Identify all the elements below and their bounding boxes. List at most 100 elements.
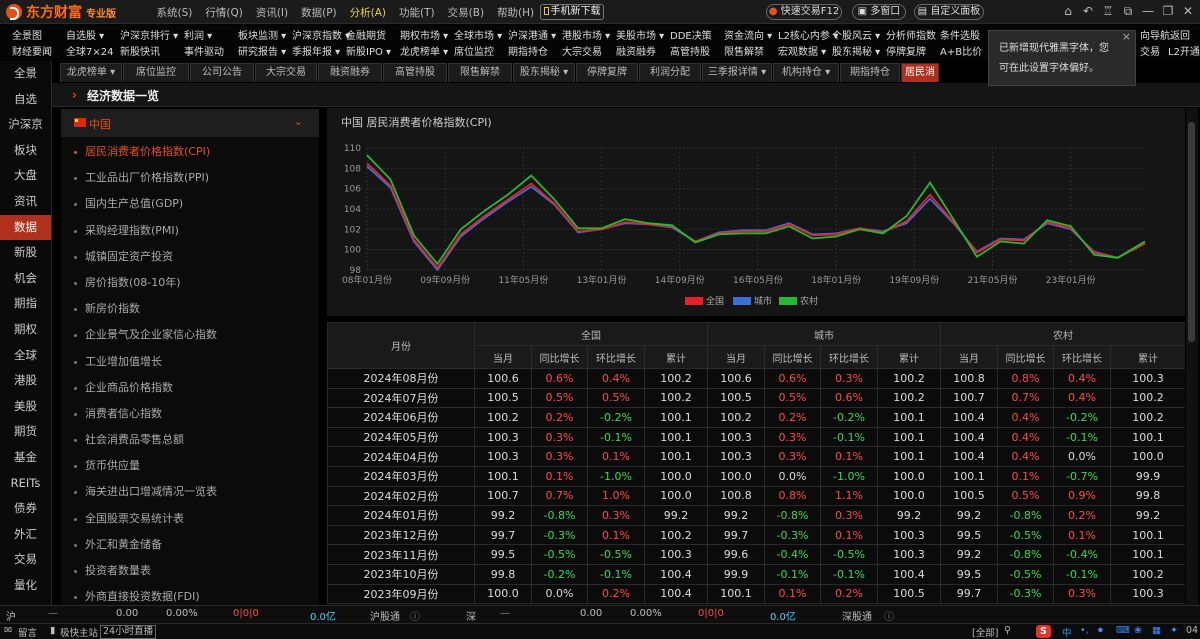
nav-item-r1-19[interactable]: 返回 [1170, 27, 1190, 42]
sidebar-item-0[interactable]: 全景 [0, 61, 51, 87]
table-row[interactable]: 2024年07月份 100.5 0.5% 0.5% 100.2 100.5 0.5% 0.6%… [327, 387, 1185, 409]
nav-item-r1-1[interactable]: 自选股 ▾ [66, 27, 104, 42]
nav-item-r1-14[interactable]: L2核心内参 ▾ [778, 27, 838, 42]
nav-item-r2-8[interactable]: 席位监控 [454, 43, 494, 58]
nav-item-r1-5[interactable]: 沪深京指数 ▾ [292, 27, 350, 42]
keyboard-icon[interactable]: ⌨ [1116, 625, 1130, 636]
nav-item-r2-11[interactable]: 融资融券 [616, 43, 656, 58]
tab-9[interactable]: 利润分配 [639, 63, 701, 82]
tab-7[interactable]: 股东揭秘 ▾ [513, 63, 575, 82]
nav-item-r1-10[interactable]: 港股市场 ▾ [562, 27, 610, 42]
menu-item-6[interactable]: 交易(B) [448, 5, 484, 20]
quick-trade-button[interactable]: ● 快速交易F12 [766, 4, 842, 20]
table-row[interactable]: 2024年06月份 100.2 0.2% -0.2% 100.1 100.2 0.2% -0.… [327, 407, 1185, 428]
sidebar-item-4[interactable]: 大盘 [0, 163, 51, 189]
indicator-item[interactable]: 采购经理指数(PMI) [61, 218, 319, 244]
table-row[interactable]: 2024年01月份 99.2 -0.8% 0.3% 99.2 99.2 -0.8% 0.3% 9… [327, 505, 1185, 526]
skin-icon[interactable]: ♖ [1100, 4, 1116, 18]
search-icon[interactable]: ⚲ [1004, 625, 1011, 636]
tab-3[interactable]: 大宗交易 [255, 63, 317, 82]
indicator-item[interactable]: 国内生产总值(GDP) [61, 191, 319, 217]
tab-13[interactable]: 居民消 [901, 63, 939, 82]
indicator-item[interactable]: 工业品出厂价格指数(PPI) [61, 165, 319, 191]
menu-item-7[interactable]: 帮助(H) [497, 5, 534, 20]
sidebar-item-1[interactable]: 自选 [0, 87, 51, 113]
help-icon[interactable]: ⓘ [410, 608, 420, 623]
maximize-icon[interactable]: ❐ [1160, 4, 1176, 18]
nav-item-r1-15[interactable]: 个股风云 ▾ [832, 27, 880, 42]
mic-icon[interactable]: ⏺ [1098, 625, 1103, 636]
hgt-label[interactable]: 沪股通 [370, 608, 400, 623]
nav-item-r2-14[interactable]: 宏观数据 ▾ [778, 43, 826, 58]
custom-panel-button[interactable]: ▤ 自定义面板 [914, 4, 984, 20]
sidebar-item-7[interactable]: 新股 [0, 240, 51, 266]
sgt-label[interactable]: 深股通 [842, 608, 872, 623]
nav-item-r2-13[interactable]: 限售解禁 [724, 43, 764, 58]
indicator-item[interactable]: 居民消费者价格指数(CPI) [61, 139, 319, 165]
nav-item-r2-16[interactable]: 停牌复牌 [886, 43, 926, 58]
menu-item-4[interactable]: 分析(A) [350, 5, 386, 20]
indicator-item[interactable]: 企业商品价格指数 [61, 375, 319, 401]
table-row[interactable]: 2024年04月份 100.3 0.3% 0.1% 100.1 100.3 0.3% 0.1%… [327, 446, 1185, 467]
sidebar-item-2[interactable]: 沪深京 [0, 112, 51, 138]
nav-item-r1-6[interactable]: 金融期货 [346, 27, 386, 42]
filter-all[interactable]: [全部] [972, 625, 998, 639]
table-row[interactable]: 2023年12月份 99.7 -0.3% 0.1% 100.2 99.7 -0.3% 0.1%… [327, 524, 1185, 546]
menu-item-3[interactable]: 数据(P) [301, 5, 337, 20]
sidebar-item-14[interactable]: 期货 [0, 419, 51, 445]
tooltip-close-icon[interactable]: × [1122, 31, 1131, 43]
message-link[interactable]: 留言 [18, 625, 37, 639]
tab-10[interactable]: 三季报详情 ▾ [702, 63, 772, 82]
tab-4[interactable]: 融资融券 [318, 63, 382, 82]
grid-icon[interactable]: ▦ [1152, 625, 1161, 636]
menu-item-2[interactable]: 资讯(I) [256, 5, 288, 20]
category-china[interactable]: 中国 ⌄ [61, 109, 319, 137]
live-button[interactable]: 24小时直播 [100, 625, 157, 639]
nav-item-r2-6[interactable]: 新股IPO ▾ [346, 43, 391, 58]
multi-window-button[interactable]: ▣ 多窗口 [852, 4, 906, 20]
tab-6[interactable]: 限售解禁 [448, 63, 512, 82]
toolbox-icon[interactable]: ✦ [1170, 625, 1178, 636]
indicator-item[interactable]: 投资者数量表 [61, 558, 319, 584]
tab-2[interactable]: 公司公告 [190, 63, 254, 82]
sidebar-item-10[interactable]: 期权 [0, 317, 51, 343]
sidebar-item-5[interactable]: 资讯 [0, 189, 51, 215]
nav-item-r1-3[interactable]: 利润 ▾ [184, 27, 212, 42]
indicator-item[interactable]: 外汇和黄金储备 [61, 532, 319, 558]
indicator-item[interactable]: 城镇固定资产投资 [61, 244, 319, 270]
nav-item-r1-12[interactable]: DDE决策 [670, 27, 712, 42]
nav-item-r2-3[interactable]: 事件驱动 [184, 43, 224, 58]
sogou-icon[interactable]: S [1036, 625, 1051, 638]
tab-12[interactable]: 期指持仓 [840, 63, 900, 82]
sidebar-item-6[interactable]: 数据 [0, 214, 51, 241]
nav-item-r1-13[interactable]: 资金流向 ▾ [724, 27, 772, 42]
nav-item-r1-16[interactable]: 分析师指数 [886, 27, 936, 42]
nav-item-r1-18[interactable]: 向导航 [1140, 27, 1170, 42]
table-row[interactable]: 2023年11月份 99.5 -0.5% -0.5% 100.3 99.6 -0.4% -0.… [327, 544, 1185, 565]
server-label[interactable]: 极快主站 [60, 625, 98, 639]
nav-item-r2-7[interactable]: 龙虎榜单 ▾ [400, 43, 448, 58]
indicator-item[interactable]: 货币供应量 [61, 453, 319, 479]
message-icon[interactable]: ✉ [4, 625, 12, 636]
table-row[interactable]: 2024年05月份 100.3 0.3% -0.1% 100.1 100.3 0.3% -0.… [327, 426, 1185, 448]
nav-item-r1-9[interactable]: 沪深港通 ▾ [508, 27, 556, 42]
sidebar-item-17[interactable]: 债券 [0, 496, 51, 522]
sidebar-item-8[interactable]: 机会 [0, 266, 51, 292]
sidebar-item-11[interactable]: 全球 [0, 343, 51, 369]
nav-item-r2-17[interactable]: A+B比价 [940, 43, 982, 58]
nav-item-r1-7[interactable]: 期权市场 ▾ [400, 27, 448, 42]
indicator-item[interactable]: 工业增加值增长 [61, 349, 319, 375]
indicator-item[interactable]: 企业景气及企业家信心指数 [61, 322, 319, 348]
sidebar-item-9[interactable]: 期指 [0, 291, 51, 317]
nav-item-r1-2[interactable]: 沪深京排行 ▾ [120, 27, 178, 42]
restore-small-icon[interactable]: ⧉ [1120, 4, 1136, 19]
indicator-item[interactable]: 房价指数(08-10年) [61, 270, 319, 296]
vertical-scrollbar[interactable] [1186, 108, 1198, 605]
table-row[interactable]: 2024年02月份 100.7 0.7% 1.0% 100.0 100.8 0.8% 1.1%… [327, 485, 1185, 507]
sidebar-item-12[interactable]: 港股 [0, 368, 51, 394]
nav-item-r2-12[interactable]: 高管持股 [670, 43, 710, 58]
help-icon-2[interactable]: ⓘ [884, 608, 894, 623]
nav-item-r1-4[interactable]: 板块监测 ▾ [238, 27, 286, 42]
nav-item-r2-5[interactable]: 季报年报 ▾ [292, 43, 340, 58]
menu-item-0[interactable]: 系统(S) [157, 5, 193, 20]
